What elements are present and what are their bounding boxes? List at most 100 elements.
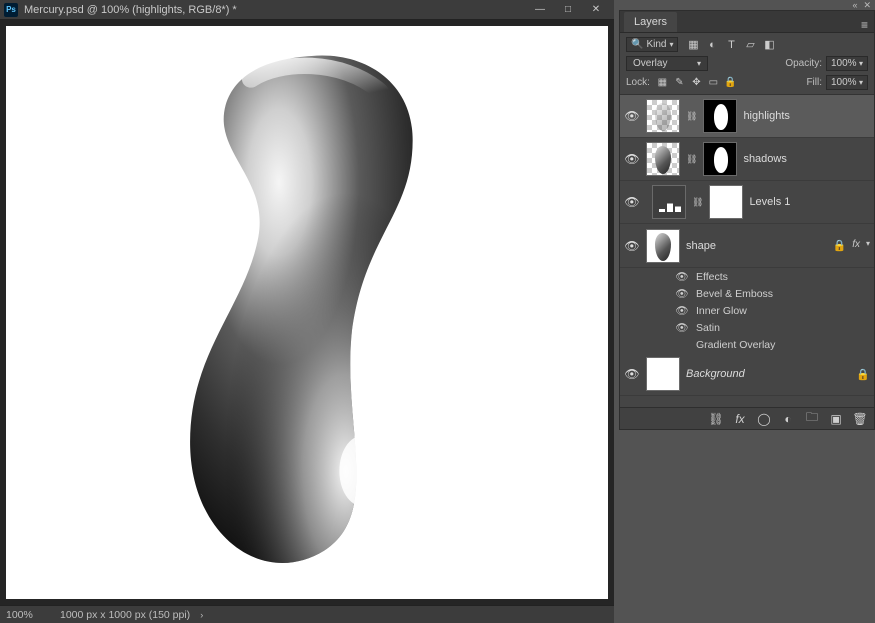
fill-value: 100% [831,77,857,88]
layer-mask-thumbnail[interactable] [703,142,737,176]
lock-indicator-icon: 🔒 [833,239,847,252]
layer-name[interactable]: Background [686,368,745,380]
document-title: Mercury.psd @ 100% (highlights, RGB/8*) … [24,4,526,16]
effect-name: Inner Glow [696,305,747,317]
new-layer-icon[interactable]: ▣ [828,411,844,427]
canvas-area[interactable] [0,20,614,605]
layer-name[interactable]: shadows [743,153,786,165]
layer-row-background[interactable]: 👁 Background 🔒 [620,353,874,396]
visibility-toggle[interactable]: 👁 [624,367,640,381]
lock-indicator-icon: 🔒 [856,368,870,381]
layer-name[interactable]: Levels 1 [749,196,790,208]
document-window: Ps Mercury.psd @ 100% (highlights, RGB/8… [0,0,614,623]
layer-mask-thumbnail[interactable] [703,99,737,133]
visibility-toggle[interactable]: 👁 [624,239,640,253]
filter-search-icon: 🔍 [631,39,643,50]
visibility-toggle[interactable]: 👁 [674,304,690,317]
layer-thumbnail[interactable] [646,99,680,133]
layer-name[interactable]: highlights [743,110,789,122]
layer-mask-thumbnail[interactable] [709,185,743,219]
window-close-button[interactable]: ✕ [582,1,610,19]
mask-link-icon[interactable]: ⛓ [686,111,697,122]
filter-pixel-icon[interactable]: ▦ [686,38,700,52]
panel-close-icon[interactable]: ✕ [863,0,871,11]
layers-panel-tabbar: Layers ≡ [620,11,874,33]
visibility-toggle[interactable]: 👁 [674,270,690,283]
fill-label: Fill: [806,77,822,88]
effects-header[interactable]: 👁 Effects [674,268,874,285]
effect-name: Bevel & Emboss [696,288,773,300]
layer-thumbnail[interactable] [646,229,680,263]
status-chevron-icon[interactable]: › [200,610,203,620]
app-icon: Ps [4,3,18,17]
filter-kind-label: Kind [646,39,666,50]
document-titlebar[interactable]: Ps Mercury.psd @ 100% (highlights, RGB/8… [0,0,614,20]
panel-menu-icon[interactable]: ≡ [855,18,874,32]
filter-type-icon[interactable]: T [724,38,738,52]
window-buttons: — □ ✕ [526,1,610,19]
chevron-down-icon: ▾ [859,78,863,87]
adjustment-thumbnail[interactable] [652,185,686,219]
opacity-label: Opacity: [785,58,822,69]
window-maximize-button[interactable]: □ [554,1,582,19]
new-group-icon[interactable]: 🗀 [804,411,820,427]
layer-row-shadows[interactable]: 👁 ⛓ shadows [620,138,874,181]
layer-row-highlights[interactable]: 👁 ⛓ highlights [620,95,874,138]
layers-panel: Layers ≡ 🔍 Kind ▾ ▦ ◐ T ▱ ◧ [619,10,875,430]
panel-group-controls: « ✕ [619,0,875,10]
lock-position-icon[interactable]: ✥ [690,76,703,89]
blend-mode-value: Overlay [633,58,667,69]
effect-bevel-emboss[interactable]: 👁 Bevel & Emboss [674,285,874,302]
layer-style-icon[interactable]: fx [732,411,748,427]
tab-layers[interactable]: Layers [624,12,677,32]
delete-layer-icon[interactable]: 🗑 [852,411,868,427]
window-minimize-button[interactable]: — [526,1,554,19]
visibility-toggle[interactable]: 👁 [674,321,690,334]
add-mask-icon[interactable]: ◯ [756,411,772,427]
new-adjustment-icon[interactable]: ◐ [780,411,796,427]
filter-smart-icon[interactable]: ◧ [762,38,776,52]
effect-name: Satin [696,322,720,334]
document-info[interactable]: 1000 px x 1000 px (150 ppi) [60,609,190,621]
layer-filter-kind-select[interactable]: 🔍 Kind ▾ [626,37,678,52]
chevron-down-icon: ▾ [669,40,673,49]
layer-options: 🔍 Kind ▾ ▦ ◐ T ▱ ◧ Overlay ▾ Opacity: [620,33,874,95]
mask-link-icon[interactable]: ⛓ [686,154,697,165]
link-layers-icon[interactable]: ⛓ [708,411,724,427]
chevron-down-icon: ▾ [859,59,863,68]
effect-name: Gradient Overlay [696,339,775,351]
effect-satin[interactable]: 👁 Satin [674,319,874,336]
layer-thumbnail[interactable] [646,357,680,391]
mask-link-icon[interactable]: ⛓ [692,197,703,208]
opacity-input[interactable]: 100% ▾ [826,56,868,71]
layer-row-levels[interactable]: 👁 ⛓ Levels 1 [620,181,874,224]
effects-label: Effects [696,271,728,283]
filter-adjustment-icon[interactable]: ◐ [705,38,719,52]
visibility-toggle[interactable]: 👁 [624,195,640,209]
layer-row-shape[interactable]: 👁 shape 🔒 fx ▾ [620,224,874,268]
visibility-toggle[interactable]: 👁 [624,152,640,166]
filter-shape-icon[interactable]: ▱ [743,38,757,52]
blend-mode-select[interactable]: Overlay ▾ [626,56,708,71]
zoom-level[interactable]: 100% [6,609,50,621]
fx-badge[interactable]: fx [852,239,860,252]
canvas[interactable] [6,26,608,599]
layer-name[interactable]: shape [686,240,716,252]
fx-collapse-icon[interactable]: ▾ [866,239,870,252]
visibility-toggle[interactable]: 👁 [624,109,640,123]
panel-collapse-icon[interactable]: « [852,0,857,10]
lock-transparency-icon[interactable]: ▦ [656,76,669,89]
effect-gradient-overlay[interactable]: 👁 Gradient Overlay [674,336,874,353]
effect-inner-glow[interactable]: 👁 Inner Glow [674,302,874,319]
layer-list[interactable]: 👁 ⛓ highlights 👁 ⛓ shadows 👁 ⛓ Levels 1 [620,95,874,407]
lock-all-icon[interactable]: 🔒 [724,76,737,89]
document-statusbar: 100% 1000 px x 1000 px (150 ppi) › [0,605,614,623]
layer-thumbnail[interactable] [646,142,680,176]
lock-label: Lock: [626,77,650,88]
lock-pixels-icon[interactable]: ✎ [673,76,686,89]
layers-panel-footer: ⛓ fx ◯ ◐ 🗀 ▣ 🗑 [620,407,874,429]
fill-input[interactable]: 100% ▾ [826,75,868,90]
lock-artboard-icon[interactable]: ▭ [707,76,720,89]
empty-panel-area [619,430,875,623]
visibility-toggle[interactable]: 👁 [674,287,690,300]
